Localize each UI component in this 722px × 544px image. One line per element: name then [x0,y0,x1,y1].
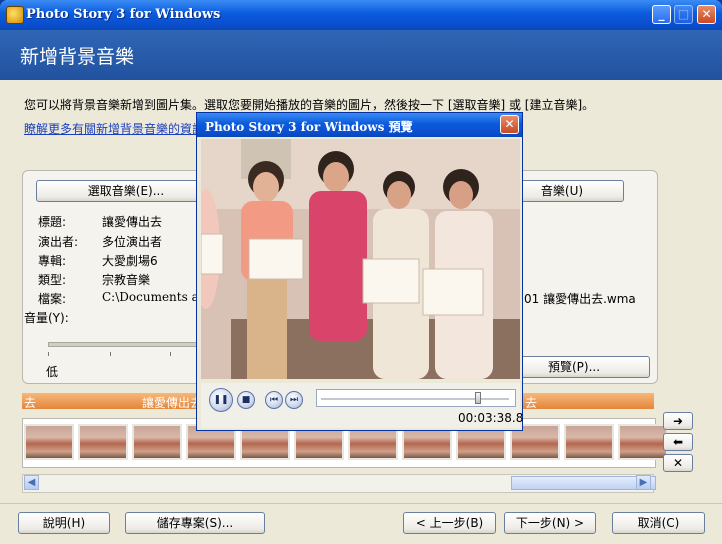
back-button[interactable]: < 上一步(B) [403,512,496,534]
genre-value: 宗教音樂 [102,273,151,287]
pause-button[interactable]: ❚❚ [209,388,233,412]
filmstrip-thumbnail[interactable] [24,424,74,460]
move-right-button[interactable]: ➜ [663,412,693,430]
playback-controls: ❚❚ ■ ⏮ ⏭ 00:03:38.8 [201,383,524,428]
maximize-button[interactable]: □ [674,5,693,24]
preview-title: Photo Story 3 for Windows 預覽 [205,120,413,134]
volume-label: 音量(Y): [24,311,69,325]
footer-divider [0,503,722,504]
artist-value: 多位演出者 [102,235,163,249]
previous-button[interactable]: ⏮ [265,391,283,409]
scroll-thumb[interactable] [511,476,656,490]
volume-slider[interactable] [48,342,200,347]
next-button[interactable]: 下一步(N) > [504,512,596,534]
preview-title-bar[interactable]: Photo Story 3 for Windows 預覽 ✕ [197,113,522,137]
volume-tick [170,352,171,356]
preview-dialog: Photo Story 3 for Windows 預覽 ✕ ❚❚ ■ ⏮ ⏭ … [196,112,523,431]
instruction-text: 您可以將背景音樂新增到圖片集。選取您要開始播放的音樂的圖片，然後按一下 [選取音… [24,98,595,112]
scroll-left-arrow[interactable]: ◀ [24,475,39,490]
help-button[interactable]: 說明(H) [18,512,110,534]
artist-label: 演出者: [38,235,79,249]
group-photo-image [201,139,520,379]
filmstrip-thumbnail[interactable] [132,424,182,460]
genre-label: 類型: [38,273,67,287]
file-label: 檔案: [38,292,67,306]
filmstrip-thumbnail[interactable] [78,424,128,460]
title-bar[interactable]: Photo Story 3 for Windows _ □ ✕ [0,0,722,30]
preview-close-button[interactable]: ✕ [500,115,519,134]
album-value: 大愛劇場6 [102,254,158,268]
main-window: Photo Story 3 for Windows _ □ ✕ 新增背景音樂 您… [0,0,722,544]
timeline-music-label-start: 去 [24,396,37,410]
seek-bar[interactable] [316,389,516,407]
app-icon [6,6,24,24]
minimize-button[interactable]: _ [652,5,671,24]
save-project-button[interactable]: 儲存專案(S)... [125,512,265,534]
title-value: 讓愛傳出去 [102,215,163,229]
preview-photo [201,139,520,379]
album-label: 專輯: [38,254,67,268]
seek-thumb[interactable] [475,392,481,404]
timeline-music-label: 讓愛傳出去 [142,396,203,410]
scroll-right-arrow[interactable]: ▶ [636,475,651,490]
window-title: Photo Story 3 for Windows [26,7,221,22]
next-track-button[interactable]: ⏭ [285,391,303,409]
cancel-button[interactable]: 取消(C) [612,512,705,534]
filmstrip-scrollbar[interactable]: ◀ ▶ [22,474,656,493]
close-button[interactable]: ✕ [697,5,716,24]
select-music-button[interactable]: 選取音樂(E)... [36,180,216,202]
volume-low-label: 低 [46,365,59,379]
page-title: 新增背景音樂 [20,46,135,68]
filmstrip-thumbnail[interactable] [564,424,614,460]
timeline-music-label-end: 去 [525,396,538,410]
title-label: 標題: [38,215,67,229]
volume-tick [110,352,111,356]
volume-tick [48,352,49,356]
stop-button[interactable]: ■ [237,391,255,409]
file-path-end: 01 讓愛傳出去.wma [524,292,636,306]
move-left-button[interactable]: ⬅ [663,433,693,451]
learn-more-link[interactable]: 瞭解更多有關新增背景音樂的資訊 [24,120,204,137]
elapsed-time: 00:03:38.8 [458,411,524,425]
remove-button[interactable]: ✕ [663,454,693,472]
filmstrip-thumbnail[interactable] [618,424,668,460]
page-header: 新增背景音樂 [0,30,722,80]
